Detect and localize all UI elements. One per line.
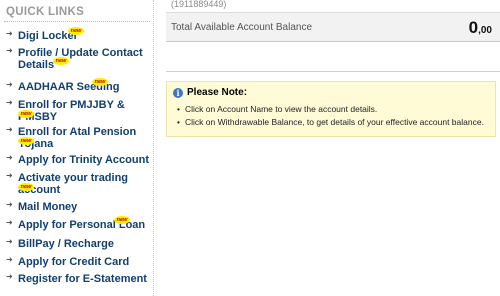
note-item: • Click on Account Name to view the accou… <box>177 103 495 116</box>
new-badge: new <box>18 183 34 191</box>
sidebar-item-label: Register for E-Statement <box>18 273 147 285</box>
sidebar-item-atal-pension[interactable]: ➜ Enroll for Atal Pension Yojana new <box>6 125 150 150</box>
new-badge: new <box>68 27 84 35</box>
arrow-icon: ➜ <box>6 200 13 209</box>
sidebar-item-label: Enroll for PMJJBY & PMSBY <box>18 99 125 123</box>
balance-label: Total Available Account Balance <box>171 22 313 33</box>
sidebar-item-label: Activate your trading account <box>18 172 129 196</box>
sidebar-item-label: Apply for Personal Loan <box>18 219 146 231</box>
sidebar-item-trading-account[interactable]: ➜ Activate your trading account new <box>6 171 150 196</box>
info-icon: i <box>173 88 183 98</box>
note-item: • Click on Withdrawable Balance, to get d… <box>177 116 495 129</box>
sidebar-item-pmjjby-pmsby[interactable]: ➜ Enroll for PMJJBY & PMSBY new <box>6 98 150 123</box>
account-number: (1911889449) <box>171 0 227 9</box>
arrow-icon: ➜ <box>6 171 13 180</box>
quick-links-title: QUICK LINKS <box>6 6 85 18</box>
sidebar-item-label: AADHAAR Seeding <box>18 81 120 93</box>
note-item-text: Click on Account Name to view the accoun… <box>185 104 378 114</box>
arrow-icon: ➜ <box>6 29 13 38</box>
sidebar-item-label: Profile / Update Contact Details <box>18 47 143 71</box>
bullet: • <box>177 117 180 127</box>
sidebar-item-e-statement[interactable]: ➜ Register for E-Statement <box>6 272 150 285</box>
note-title: Please Note: <box>187 87 248 98</box>
total-balance-row: Total Available Account Balance 0,00 <box>166 12 500 42</box>
arrow-icon: ➜ <box>6 46 13 55</box>
section-divider <box>166 71 500 72</box>
bullet: • <box>177 104 180 114</box>
sidebar-item-label: Mail Money <box>18 201 78 213</box>
please-note-box: i Please Note: • Click on Account Name to… <box>166 81 496 137</box>
quick-links-sidebar: QUICK LINKS ➜ Digi Locker new ➜ Profile … <box>0 0 154 296</box>
arrow-icon: ➜ <box>6 153 13 162</box>
sidebar-item-billpay-recharge[interactable]: ➜ BillPay / Recharge <box>6 237 150 250</box>
sidebar-item-trinity-account[interactable]: ➜ Apply for Trinity Account <box>6 153 150 166</box>
new-badge: new <box>18 110 34 118</box>
arrow-icon: ➜ <box>6 98 13 107</box>
balance-whole: 0 <box>468 18 479 37</box>
sidebar-item-mail-money[interactable]: ➜ Mail Money <box>6 200 150 213</box>
sidebar-item-digi-locker[interactable]: ➜ Digi Locker new <box>6 27 150 42</box>
sidebar-item-profile-update[interactable]: ➜ Profile / Update Contact Details new <box>6 46 150 71</box>
sidebar-item-personal-loan[interactable]: ➜ Apply for Personal Loan new <box>6 216 150 231</box>
note-item-text: Click on Withdrawable Balance, to get de… <box>185 117 484 127</box>
sidebar-item-label: Apply for Trinity Account <box>18 154 149 166</box>
arrow-icon: ➜ <box>6 80 13 89</box>
arrow-icon: ➜ <box>6 237 13 246</box>
new-badge: new <box>53 57 69 65</box>
sidebar-item-credit-card[interactable]: ➜ Apply for Credit Card <box>6 255 150 268</box>
sidebar-item-label: Digi Locker <box>18 30 78 42</box>
new-badge: new <box>18 137 34 145</box>
new-badge: new <box>114 216 130 224</box>
quick-links-divider <box>4 21 150 22</box>
arrow-icon: ➜ <box>6 218 13 227</box>
sidebar-item-label: Enroll for Atal Pension Yojana <box>18 126 137 150</box>
new-badge: new <box>92 78 108 86</box>
balance-decimal: ,00 <box>478 25 492 36</box>
note-list: • Click on Account Name to view the accou… <box>177 103 495 129</box>
arrow-icon: ➜ <box>6 272 13 281</box>
sidebar-item-aadhaar-seeding[interactable]: ➜ AADHAAR Seeding new <box>6 78 150 93</box>
sidebar-item-label: Apply for Credit Card <box>18 256 130 268</box>
sidebar-item-label: BillPay / Recharge <box>18 238 114 250</box>
arrow-icon: ➜ <box>6 125 13 134</box>
arrow-icon: ➜ <box>6 255 13 264</box>
balance-value: 0,00 <box>469 18 492 38</box>
